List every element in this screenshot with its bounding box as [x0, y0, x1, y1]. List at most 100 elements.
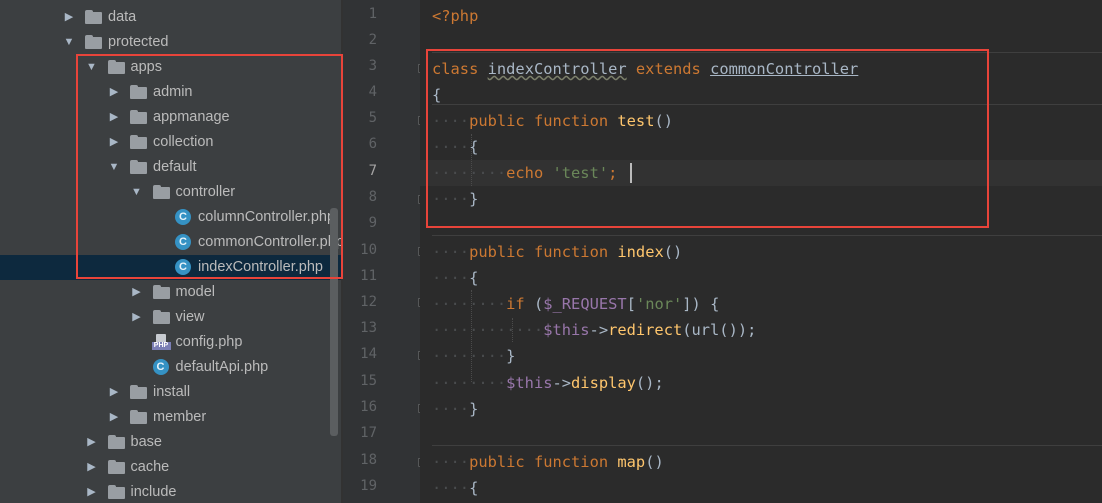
line-number: 17: [360, 425, 377, 441]
arrow-operator: ->: [589, 321, 609, 339]
folder-icon: [152, 285, 170, 299]
line-number: 1: [368, 6, 377, 22]
code-line-12: ········if ($_REQUEST['nor']) {: [432, 295, 720, 313]
folder-icon: [107, 460, 125, 474]
line-number: 6: [368, 136, 377, 152]
tree-item[interactable]: PHP config.php: [0, 330, 341, 355]
folder-icon: [152, 310, 170, 324]
method-separator: [432, 235, 1102, 236]
code-line-13: ············$this->redirect(url());: [432, 321, 757, 339]
code-line-1: <?php: [432, 3, 478, 29]
string-literal: 'nor': [635, 295, 683, 313]
variable-this: $this: [506, 374, 553, 392]
tree-item[interactable]: ▶ view: [0, 305, 341, 330]
expand-arrow-closed-icon[interactable]: ▶: [85, 430, 99, 455]
code-line-16: ····}: [432, 400, 479, 418]
keyword-function: function: [533, 243, 609, 261]
expand-arrow-closed-icon[interactable]: ▶: [62, 5, 76, 30]
brace: {: [469, 479, 479, 497]
tree-item[interactable]: ▶ data: [0, 5, 341, 30]
tree-item-label: protected: [108, 34, 169, 50]
expand-arrow-closed-icon[interactable]: ▶: [107, 380, 121, 405]
tree-item-label: view: [175, 309, 205, 325]
brace: }: [506, 347, 516, 365]
brace: }: [469, 400, 479, 418]
tree-item-label: install: [153, 384, 191, 400]
line-number: 9: [368, 215, 377, 231]
tree-item[interactable]: ▶ model: [0, 280, 341, 305]
line-number: 4: [368, 84, 377, 100]
expand-arrow-closed-icon[interactable]: ▶: [130, 280, 144, 305]
parens: (): [663, 243, 683, 261]
line-number: 5: [368, 110, 377, 126]
php-file-icon: PHP: [151, 334, 171, 350]
line-number: 13: [360, 320, 377, 336]
tree-item-label: config.php: [175, 334, 243, 350]
highlight-box-tree: [76, 54, 343, 279]
arrow-operator: ->: [552, 374, 572, 392]
line-number: 18: [360, 452, 377, 468]
php-class-icon: C: [152, 359, 169, 375]
tree-item[interactable]: ▶ include: [0, 480, 341, 503]
code-line-11: ····{: [432, 269, 479, 287]
line-number: 11: [360, 268, 377, 284]
method-call[interactable]: redirect: [608, 321, 682, 339]
line-number: 8: [368, 189, 377, 205]
tree-item[interactable]: ▶ member: [0, 405, 341, 430]
tree-item-label: data: [108, 9, 137, 25]
tree-item-label: model: [175, 284, 216, 300]
method-call[interactable]: display: [571, 374, 636, 392]
code-line-19: ····{: [432, 479, 479, 497]
tree-item[interactable]: ▼ protected: [0, 30, 341, 55]
code-line-15: ········$this->display();: [432, 374, 664, 392]
keyword-function: function: [533, 453, 609, 471]
paren: (: [533, 295, 544, 313]
expand-arrow-closed-icon[interactable]: ▶: [85, 480, 99, 503]
line-number: 19: [360, 478, 377, 494]
tree-item[interactable]: ▶ cache: [0, 455, 341, 480]
folder-icon: [85, 35, 102, 49]
tree-item[interactable]: ▶ base: [0, 430, 341, 455]
brace: {: [469, 269, 479, 287]
expand-arrow-closed-icon[interactable]: ▶: [85, 455, 99, 480]
folder-icon: [107, 485, 125, 499]
variable-this: $this: [543, 321, 590, 339]
line-number: 7: [368, 163, 377, 179]
tree-item[interactable]: CdefaultApi.php: [0, 355, 341, 380]
php-open-tag: <?php: [432, 7, 479, 25]
expand-arrow-closed-icon[interactable]: ▶: [130, 305, 144, 330]
expand-arrow-open-icon[interactable]: ▼: [62, 30, 76, 55]
code-rest: ]) {: [682, 295, 720, 313]
line-number: 2: [368, 32, 377, 48]
line-number: 15: [360, 373, 377, 389]
tree-item-label: member: [153, 409, 207, 425]
tree-item-label: include: [130, 484, 177, 500]
highlight-box-code: [426, 49, 989, 228]
line-number: 14: [360, 346, 377, 362]
code-rest: (url());: [682, 321, 757, 339]
code-line-10: ····public function index(): [432, 243, 683, 261]
tree-item-label: cache: [130, 459, 170, 475]
line-number: 12: [360, 294, 377, 310]
code-line-18: ····public function map(): [432, 453, 664, 471]
folder-icon: [130, 385, 147, 399]
tree-item-label: base: [130, 434, 162, 450]
editor-gutter: 1 2 3 4 5 6 7 8 9 10 11 12 13 14 15 16 17 18 19: [343, 0, 427, 503]
tree-item[interactable]: ▶ install: [0, 380, 341, 405]
keyword-if: if: [506, 295, 525, 313]
variable-request: $_REQUEST: [543, 295, 627, 313]
function-name[interactable]: map: [617, 453, 645, 471]
method-separator: [432, 445, 1102, 446]
folder-icon: [130, 410, 147, 424]
expand-arrow-closed-icon[interactable]: ▶: [107, 405, 121, 430]
keyword-public: public: [469, 453, 525, 471]
bracket: [: [626, 295, 636, 313]
folder-icon: [85, 10, 102, 24]
parens: (): [645, 453, 664, 471]
code-rest: ();: [635, 374, 664, 392]
folder-icon: [107, 435, 125, 449]
line-number: 3: [368, 58, 377, 74]
function-name[interactable]: index: [617, 243, 663, 261]
keyword-public: public: [469, 243, 525, 261]
tree-item-label: defaultApi.php: [175, 359, 269, 375]
